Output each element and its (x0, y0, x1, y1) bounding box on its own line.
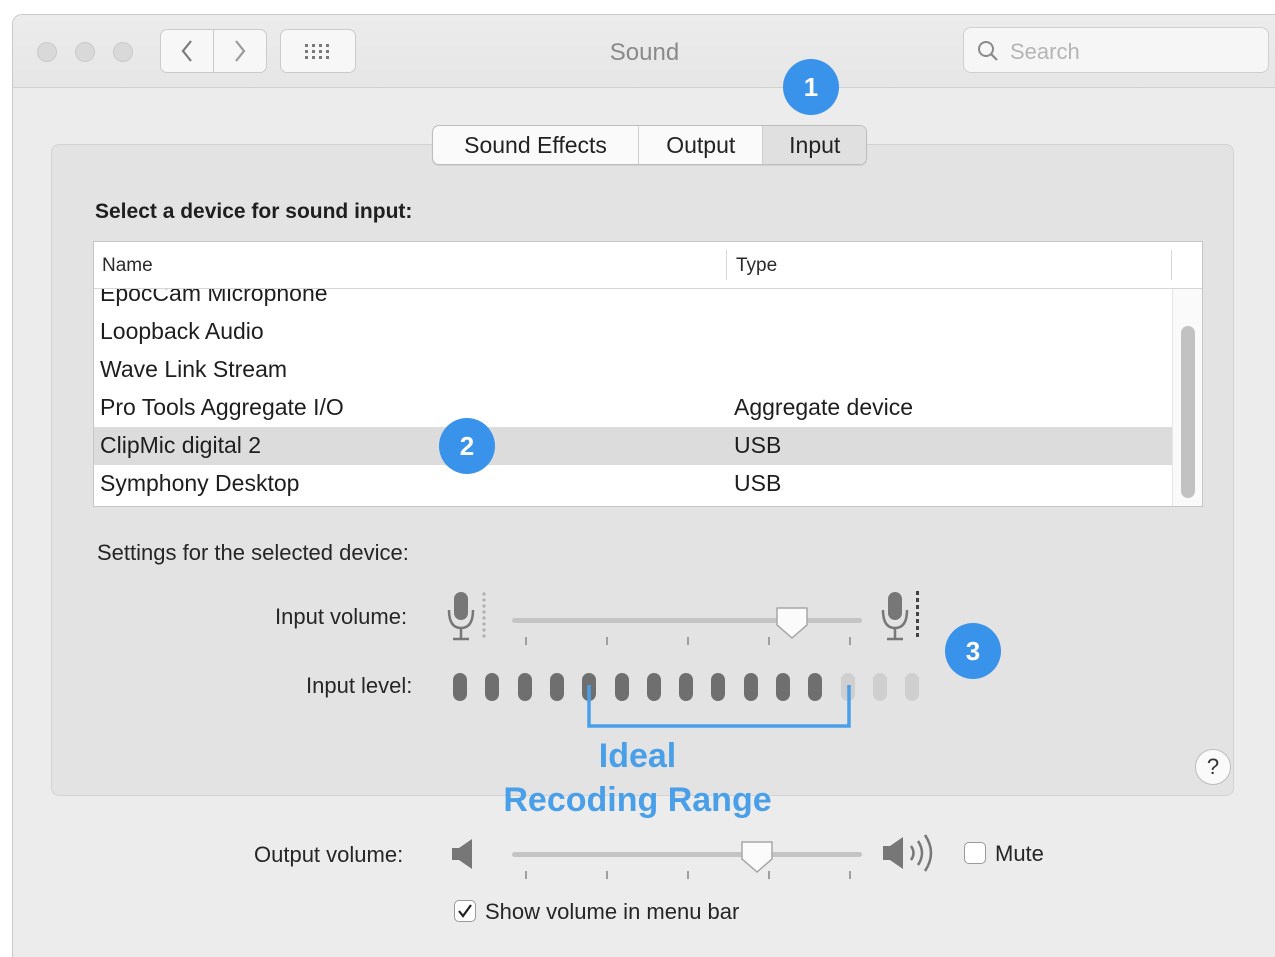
ideal-range-label-line1: Ideal (598, 737, 677, 775)
slider-tick (768, 637, 770, 645)
slider-tick (687, 871, 689, 879)
table-scrollbar[interactable] (1172, 288, 1202, 506)
device-name: Wave Link Stream (100, 356, 288, 382)
show-volume-label: Show volume in menu bar (485, 899, 740, 924)
column-divider (726, 250, 727, 280)
scrollbar-thumb[interactable] (1181, 326, 1195, 498)
slider-knob[interactable] (774, 605, 810, 641)
annotation-badge-3: 3 (945, 623, 1001, 679)
search-icon (978, 41, 998, 61)
slider-tick (606, 871, 608, 879)
input-device-table: Name Type EpocCam Microphone Loopback Au… (93, 241, 1203, 507)
level-meter-bar (549, 673, 564, 701)
tab-input[interactable]: Input (763, 126, 866, 164)
annotation-badge-1: 1 (783, 59, 839, 115)
input-level-label: Input level: (306, 673, 413, 698)
table-row[interactable]: Loopback Audio (94, 313, 1172, 351)
search-field[interactable]: Search (963, 27, 1269, 73)
settings-heading: Settings for the selected device: (97, 540, 409, 565)
ideal-range-bracket (587, 685, 851, 728)
speaker-high-icon (883, 834, 933, 872)
level-meter-bar (517, 673, 532, 701)
column-header-type[interactable]: Type (736, 255, 777, 277)
device-type: USB (734, 470, 782, 496)
table-row[interactable]: Wave Link Stream (94, 351, 1172, 389)
tab-sound-effects[interactable]: Sound Effects (433, 126, 640, 164)
table-row-selected[interactable]: ClipMic digital 2 USB (94, 427, 1172, 465)
level-meter-bar (485, 673, 500, 701)
column-divider (1171, 250, 1172, 280)
slider-tick (525, 637, 527, 645)
level-meter-bar (872, 673, 887, 701)
slider-knob[interactable] (739, 839, 775, 875)
checkmark-icon (458, 904, 472, 918)
input-volume-label: Input volume: (275, 604, 408, 629)
slider-tick (606, 637, 608, 645)
column-header-name[interactable]: Name (102, 255, 153, 277)
output-volume-label: Output volume: (254, 842, 404, 867)
device-name: ClipMic digital 2 (100, 432, 262, 458)
table-row[interactable]: Pro Tools Aggregate I/O Aggregate device (94, 389, 1172, 427)
device-type: USB (734, 432, 782, 458)
device-name: Symphony Desktop (100, 470, 300, 496)
ideal-range-label-line2: Recoding Range (503, 781, 772, 819)
speaker-low-icon (452, 839, 472, 869)
microphone-high-icon (881, 591, 919, 641)
device-type: Aggregate device (734, 394, 914, 420)
title-bar: Sound Search (13, 15, 1275, 88)
device-name: Pro Tools Aggregate I/O (100, 394, 344, 420)
slider-tick (849, 637, 851, 645)
slider-tick (525, 871, 527, 879)
slider-tick (849, 871, 851, 879)
table-header: Name Type (94, 242, 1202, 289)
slider-track (512, 852, 862, 857)
tab-output[interactable]: Output (639, 126, 764, 164)
search-placeholder: Search (1010, 39, 1080, 64)
device-name: Loopback Audio (100, 318, 264, 344)
level-meter-bar (453, 673, 467, 701)
tab-control: Sound Effects Output Input (432, 125, 867, 165)
microphone-low-icon (447, 592, 486, 641)
device-select-heading: Select a device for sound input: (95, 200, 413, 223)
table-row[interactable]: Symphony Desktop USB (94, 465, 1172, 503)
mute-label: Mute (995, 841, 1044, 866)
slider-tick (687, 637, 689, 645)
mute-checkbox[interactable] (964, 842, 986, 864)
show-volume-checkbox[interactable] (454, 900, 476, 922)
level-meter-bar (905, 673, 920, 701)
annotation-badge-2: 2 (439, 418, 495, 474)
